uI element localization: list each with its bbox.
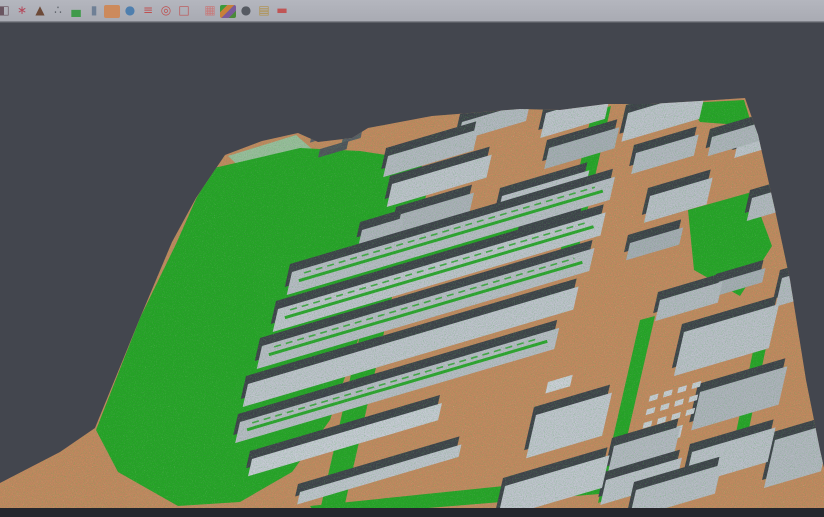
selection-bounds-icon[interactable]: □	[176, 3, 192, 18]
class-palette-icon[interactable]	[220, 5, 236, 18]
target-circle-icon[interactable]: ◎	[158, 3, 174, 18]
viewport-3d-pointcloud[interactable]	[0, 22, 824, 517]
tin-surface-icon[interactable]: ▄	[68, 3, 84, 18]
cross-section-icon[interactable]: ≡	[140, 3, 156, 18]
ortho-image-icon[interactable]	[104, 5, 120, 18]
window-bottom-edge	[0, 508, 824, 517]
grid-cells-icon[interactable]: ▦	[202, 3, 218, 18]
point-cloud-icon[interactable]: ∴	[50, 3, 66, 18]
flatten-icon[interactable]: ▬	[274, 3, 290, 18]
package-icon[interactable]: ▤	[256, 3, 272, 18]
terrain-mountain-icon[interactable]: ▲	[32, 3, 48, 18]
sphere-icon[interactable]: ●	[238, 3, 254, 18]
globe-icon[interactable]: ●	[122, 3, 138, 18]
profile-panel-icon[interactable]: ▮	[86, 3, 102, 18]
toolbar: ◧∗▲∴▄▮●≡◎□▦●▤▬	[0, 0, 824, 22]
split-view-icon[interactable]: ◧	[0, 3, 12, 18]
classify-star-icon[interactable]: ∗	[14, 3, 30, 18]
application-window: ◧∗▲∴▄▮●≡◎□▦●▤▬	[0, 0, 824, 517]
pointcloud-scene	[0, 22, 824, 517]
